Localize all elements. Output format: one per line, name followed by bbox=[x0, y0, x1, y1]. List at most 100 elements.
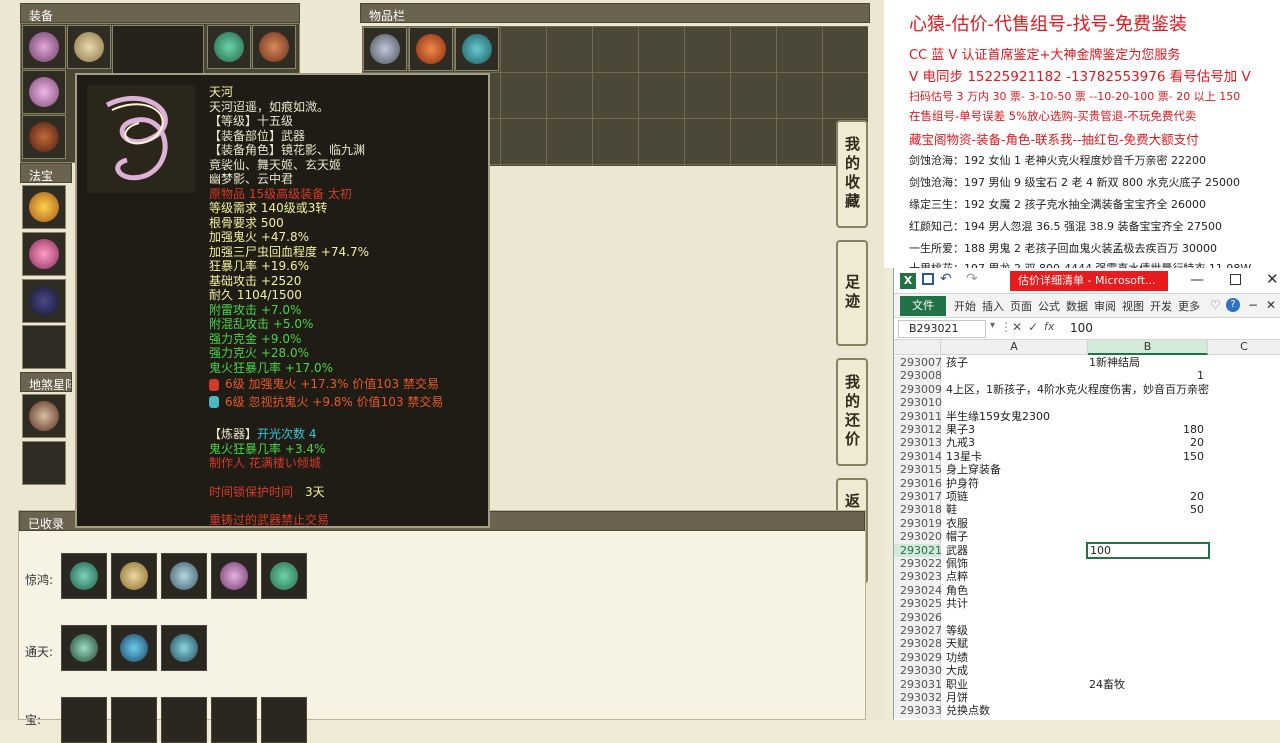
inventory-item-2[interactable] bbox=[409, 27, 453, 71]
row-number[interactable]: 293008 bbox=[894, 369, 942, 383]
cell-a[interactable]: 佩饰 bbox=[946, 557, 1086, 570]
minimize-button[interactable]: — bbox=[1190, 272, 1204, 288]
collect-item[interactable] bbox=[111, 625, 157, 671]
cell-a[interactable]: 果子3 bbox=[946, 423, 1086, 436]
row-number[interactable]: 293033 bbox=[894, 704, 942, 718]
cell-a[interactable]: 衣服 bbox=[946, 517, 1086, 530]
collect-item[interactable] bbox=[261, 553, 307, 599]
cell-a[interactable]: 月饼 bbox=[946, 691, 1086, 704]
cell-a[interactable]: 角色 bbox=[946, 584, 1086, 597]
chevron-down-icon[interactable]: ▾ bbox=[990, 320, 995, 331]
cell-b[interactable]: 1 bbox=[1089, 369, 1204, 382]
cell-b[interactable]: 180 bbox=[1089, 423, 1204, 436]
row-number[interactable]: 293032 bbox=[894, 691, 942, 705]
row-number[interactable]: 293026 bbox=[894, 610, 942, 624]
cell-a[interactable]: 4上区，1新孩子，4阶水克火程度伤害，妙音百万亲密 bbox=[946, 383, 1209, 396]
tab-insert[interactable]: 插入 bbox=[982, 298, 1004, 314]
cell-a[interactable]: 身上穿装备 bbox=[946, 463, 1086, 476]
row-number[interactable]: 293029 bbox=[894, 650, 942, 665]
cell-a[interactable]: 13星卡 bbox=[946, 450, 1086, 463]
row-number[interactable]: 293028 bbox=[894, 637, 942, 651]
equip-slot-1[interactable] bbox=[22, 25, 66, 69]
my-favorites-button[interactable]: 我的收藏 bbox=[836, 120, 868, 228]
cell-a[interactable]: 护身符 bbox=[946, 477, 1086, 490]
tab-formulas[interactable]: 公式 bbox=[1038, 298, 1060, 314]
star-slot-1[interactable] bbox=[22, 394, 66, 438]
name-box[interactable]: B293021 bbox=[898, 320, 986, 338]
tab-more[interactable]: 更多 bbox=[1178, 298, 1200, 314]
tab-layout[interactable]: 页面 bbox=[1010, 298, 1032, 314]
footprint-button[interactable]: 足迹 bbox=[836, 240, 868, 346]
row-number[interactable]: 293012 bbox=[894, 423, 942, 437]
cell-b[interactable]: 150 bbox=[1089, 450, 1204, 463]
row-number[interactable]: 293015 bbox=[894, 463, 942, 477]
cell-a[interactable]: 项链 bbox=[946, 490, 1086, 503]
row-number[interactable]: 293013 bbox=[894, 436, 942, 450]
row-number[interactable]: 293014 bbox=[894, 449, 942, 464]
row-number[interactable]: 293016 bbox=[894, 476, 942, 490]
cell-a[interactable]: 等级 bbox=[946, 624, 1086, 637]
function-icon[interactable]: fx bbox=[1044, 320, 1054, 333]
collect-item[interactable] bbox=[161, 553, 207, 599]
cell-b[interactable]: 24畜牧 bbox=[1089, 678, 1207, 691]
cell-b[interactable]: 100 bbox=[1086, 541, 1210, 560]
help-icon[interactable]: ? bbox=[1226, 298, 1240, 312]
cell-a[interactable]: 职业 bbox=[946, 678, 1086, 691]
close-ribbon-icon[interactable]: ✕ bbox=[1266, 298, 1276, 312]
row-number[interactable]: 293023 bbox=[894, 570, 942, 584]
row-number[interactable]: 293020 bbox=[894, 530, 942, 544]
star-slot-2[interactable] bbox=[22, 441, 66, 485]
heart-icon[interactable]: ♡ bbox=[1210, 298, 1221, 312]
fabao-slot-4[interactable] bbox=[22, 325, 66, 369]
fabao-slot-1[interactable] bbox=[22, 185, 66, 229]
collect-item[interactable] bbox=[161, 625, 207, 671]
select-all-corner[interactable] bbox=[894, 340, 941, 355]
row-number[interactable]: 293024 bbox=[894, 583, 942, 598]
column-header-a[interactable]: A bbox=[941, 340, 1088, 355]
tab-home[interactable]: 开始 bbox=[954, 298, 976, 314]
cell-a[interactable]: 兑换点数 bbox=[946, 704, 1086, 717]
row-number[interactable]: 293007 bbox=[894, 356, 942, 370]
close-button[interactable]: ✕ bbox=[1266, 270, 1279, 288]
tab-developer[interactable]: 开发 bbox=[1150, 298, 1172, 314]
minus-icon[interactable]: − bbox=[1248, 298, 1258, 312]
tab-view[interactable]: 视图 bbox=[1122, 298, 1144, 314]
row-number[interactable]: 293021 bbox=[894, 543, 942, 557]
equip-slot-2[interactable] bbox=[67, 25, 111, 69]
fabao-slot-3[interactable] bbox=[22, 279, 66, 323]
fabao-slot-2[interactable] bbox=[22, 232, 66, 276]
cell-b[interactable]: 20 bbox=[1089, 490, 1204, 503]
collect-item[interactable] bbox=[61, 625, 107, 671]
collect-item[interactable] bbox=[211, 697, 257, 743]
equip-slot-5[interactable] bbox=[22, 115, 66, 159]
cell-a[interactable]: 鞋 bbox=[946, 503, 1086, 516]
cell-a[interactable]: 点粹 bbox=[946, 570, 1086, 583]
formula-input[interactable]: 100 bbox=[1070, 321, 1093, 335]
cell-a[interactable]: 共计 bbox=[946, 597, 1086, 610]
cell-a[interactable]: 帽子 bbox=[946, 530, 1086, 543]
collect-item[interactable] bbox=[61, 553, 107, 599]
cell-b[interactable]: 20 bbox=[1089, 436, 1204, 449]
cell-a[interactable]: 孩子 bbox=[946, 356, 1086, 369]
maximize-button[interactable] bbox=[1230, 274, 1241, 285]
cell-a[interactable]: 武器 bbox=[946, 544, 1086, 557]
row-number[interactable]: 293011 bbox=[894, 409, 942, 423]
tab-data[interactable]: 数据 bbox=[1066, 298, 1088, 314]
inventory-item-3[interactable] bbox=[455, 27, 499, 71]
cell-a[interactable]: 天赋 bbox=[946, 637, 1086, 650]
cell-b[interactable]: 50 bbox=[1089, 503, 1204, 516]
cell-b[interactable]: 1新神结局 bbox=[1089, 356, 1207, 369]
cell-a[interactable]: 功绩 bbox=[946, 651, 1086, 664]
cancel-entry-icon[interactable]: ✕ bbox=[1012, 320, 1022, 334]
cell-a[interactable]: 九戒3 bbox=[946, 436, 1086, 449]
collect-item[interactable] bbox=[161, 697, 207, 743]
row-number[interactable]: 293018 bbox=[894, 503, 942, 517]
my-counteroffer-button[interactable]: 我的还价 bbox=[836, 358, 868, 466]
collect-item[interactable] bbox=[111, 553, 157, 599]
collect-item[interactable] bbox=[61, 697, 107, 743]
equip-slot-4[interactable] bbox=[252, 25, 296, 69]
collect-item[interactable] bbox=[211, 553, 257, 599]
collect-item[interactable] bbox=[111, 697, 157, 743]
row-number[interactable]: 293009 bbox=[894, 382, 942, 397]
tab-review[interactable]: 审阅 bbox=[1094, 298, 1116, 314]
